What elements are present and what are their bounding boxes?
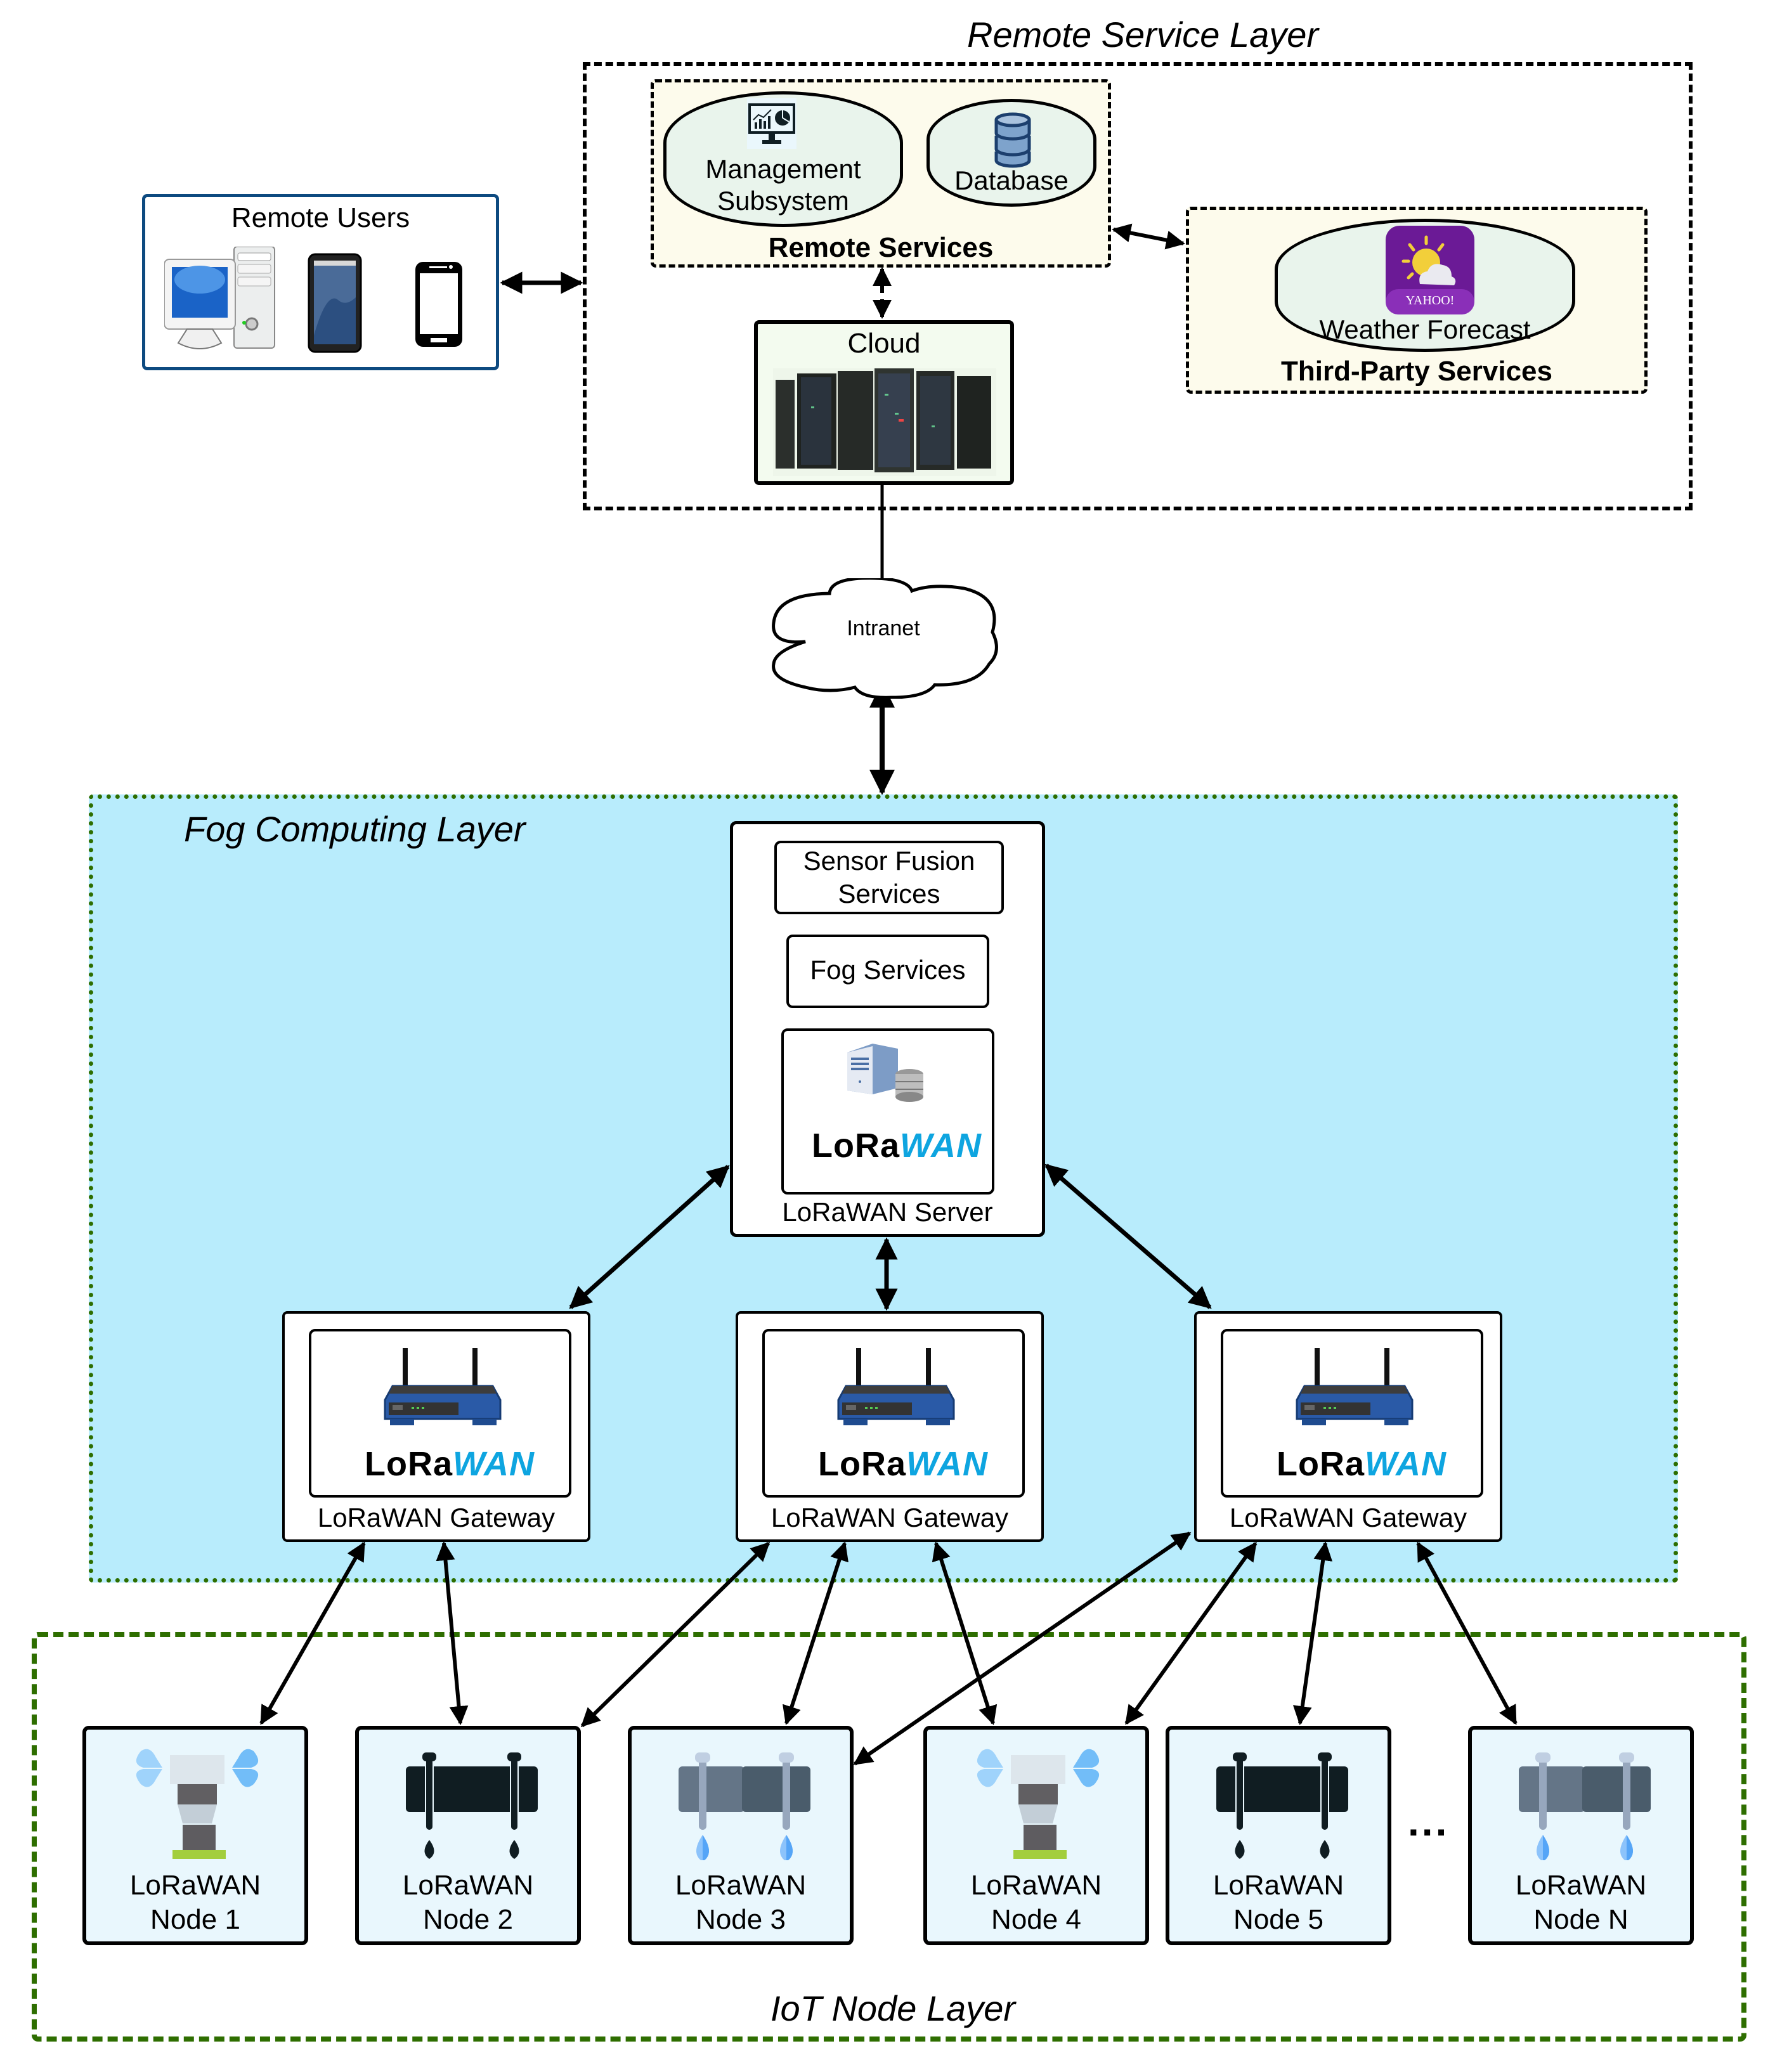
lorawan-logo-wan: WAN <box>1365 1445 1447 1483</box>
link-remote-services-third-party <box>1112 223 1185 250</box>
yahoo-weather-icon: YAHOO! <box>1386 226 1474 314</box>
lorawan-node-4[interactable]: LoRaWAN Node 4 <box>923 1726 1149 1945</box>
remote-service-layer-title: Remote Service Layer <box>967 15 1319 55</box>
lorawan-node-1[interactable]: LoRaWAN Node 1 <box>82 1726 308 1945</box>
lorawan-node-3[interactable]: LoRaWAN Node 3 <box>628 1726 854 1945</box>
gateway-label: LoRaWAN Gateway <box>317 1503 556 1532</box>
more-nodes-ellipsis: ... <box>1408 1799 1450 1844</box>
node-line2: Node 4 <box>991 1904 1081 1935</box>
link-server-gateway-3 <box>1044 1163 1212 1309</box>
sensor-fusion-line1: Sensor Fusion <box>803 846 975 876</box>
link-gw3-nodeN <box>1416 1541 1518 1725</box>
lorawan-logo-wan: WAN <box>900 1127 982 1165</box>
fog-services-label: Fog Services <box>810 955 966 985</box>
lorawan-logo-wan: WAN <box>453 1445 535 1483</box>
lorawan-server-box[interactable]: Sensor Fusion Services Fog Services LoRa <box>730 821 1045 1237</box>
drip-pipe-color-icon <box>679 1752 810 1860</box>
architecture-diagram: Remote Service Layer Fog Computing Layer… <box>0 0 1775 2072</box>
smartphone-icon <box>415 262 462 347</box>
dashboard-monitor-icon <box>747 98 796 149</box>
third-party-services-group: YAHOO! Weather Forecast Third-Party Serv… <box>1186 207 1648 394</box>
remote-services-title: Remote Services <box>768 232 994 263</box>
sprinkler-icon <box>136 1749 259 1823</box>
lorawan-logo-lora: LoRa <box>365 1445 453 1483</box>
database-service[interactable]: Database <box>927 99 1096 207</box>
lorawan-node-2[interactable]: LoRaWAN Node 2 <box>355 1726 581 1945</box>
lorawan-node-n[interactable]: LoRaWAN Node N <box>1468 1726 1694 1945</box>
node-line2: Node N <box>1533 1904 1629 1935</box>
node-line1: LoRaWAN <box>970 1870 1102 1901</box>
database-label: Database <box>954 165 1069 195</box>
link-gw3-node5 <box>1292 1541 1333 1725</box>
link-gw1-node2 <box>436 1541 469 1725</box>
link-gw2-node3 <box>783 1541 848 1725</box>
link-gw1-node1 <box>259 1541 366 1725</box>
lorawan-gateway-1[interactable]: LoRaWAN LoRaWAN Gateway <box>282 1311 590 1542</box>
server-database-icon <box>847 1044 923 1102</box>
node-line2: Node 3 <box>696 1904 786 1935</box>
tablet-icon <box>308 253 362 353</box>
gateway-label: LoRaWAN Gateway <box>770 1503 1009 1532</box>
router-icon <box>384 1348 502 1425</box>
weather-forecast-service[interactable]: YAHOO! Weather Forecast <box>1275 219 1575 352</box>
drip-pipe-dark-icon <box>406 1752 538 1859</box>
gateway-label: LoRaWAN Gateway <box>1229 1503 1467 1532</box>
lorawan-logo-lora: LoRa <box>1277 1445 1365 1483</box>
lorawan-logo-wan: WAN <box>906 1445 988 1483</box>
gateway-inner: LoRaWAN <box>762 1329 1025 1498</box>
sprinkler-stem-icon <box>172 1825 226 1859</box>
intranet-label: Intranet <box>847 616 920 640</box>
lorawan-logo: LoRaWAN <box>812 1126 982 1165</box>
drip-pipe-color-icon <box>1519 1752 1651 1860</box>
node-line1: LoRaWAN <box>1515 1870 1647 1901</box>
link-gw3-node4 <box>1124 1541 1258 1725</box>
weather-forecast-label: Weather Forecast <box>1319 314 1531 344</box>
link-server-gateway-1 <box>569 1165 730 1309</box>
fog-computing-layer-title: Fog Computing Layer <box>184 809 526 849</box>
yahoo-logo-text: YAHOO! <box>1406 294 1455 308</box>
router-icon <box>837 1348 955 1425</box>
node-line1: LoRaWAN <box>675 1870 807 1901</box>
server-racks-icon <box>773 368 996 476</box>
cloud-title: Cloud <box>847 328 921 359</box>
database-icon <box>994 112 1031 168</box>
lorawan-logo-lora: LoRa <box>812 1127 900 1165</box>
iot-node-layer-title: IoT Node Layer <box>770 1988 1015 2028</box>
lorawan-server-label: LoRaWAN Server <box>782 1197 993 1227</box>
lorawan-server-inner: LoRaWAN <box>781 1028 994 1195</box>
management-line2: Subsystem <box>717 186 849 216</box>
cloud-box[interactable]: Cloud <box>754 320 1014 485</box>
management-line1: Management <box>705 154 861 184</box>
router-icon <box>1296 1348 1414 1425</box>
fog-services[interactable]: Fog Services <box>786 935 989 1008</box>
node-line2: Node 5 <box>1233 1904 1323 1935</box>
link-gw2-node2 <box>580 1541 770 1728</box>
desktop-computer-icon <box>164 247 275 349</box>
third-party-services-title: Third-Party Services <box>1281 356 1552 387</box>
remote-users-box[interactable]: Remote Users <box>142 194 499 370</box>
gateway-inner: LoRaWAN <box>309 1329 571 1498</box>
lorawan-logo: LoRaWAN <box>365 1444 535 1484</box>
remote-users-title: Remote Users <box>231 202 410 233</box>
sensor-fusion-services[interactable]: Sensor Fusion Services <box>774 841 1004 914</box>
drip-pipe-dark-icon <box>1216 1752 1348 1859</box>
node-line2: Node 2 <box>423 1904 513 1935</box>
lorawan-logo-lora: LoRa <box>818 1445 906 1483</box>
sprinkler-icon <box>977 1749 1100 1823</box>
node-line1: LoRaWAN <box>1213 1870 1344 1901</box>
remote-services-group: Management Subsystem Database Remote Ser… <box>651 79 1111 268</box>
lorawan-gateway-2[interactable]: LoRaWAN LoRaWAN Gateway <box>736 1311 1044 1542</box>
sensor-fusion-line2: Services <box>838 879 940 909</box>
lorawan-logo: LoRaWAN <box>1277 1444 1447 1484</box>
link-gw2-node4 <box>932 1541 998 1725</box>
management-subsystem[interactable]: Management Subsystem <box>663 91 903 227</box>
lorawan-gateway-3[interactable]: LoRaWAN LoRaWAN Gateway <box>1194 1311 1502 1542</box>
node-line2: Node 1 <box>150 1904 240 1935</box>
lorawan-logo: LoRaWAN <box>818 1444 988 1484</box>
node-line1: LoRaWAN <box>129 1870 261 1901</box>
lorawan-node-5[interactable]: LoRaWAN Node 5 <box>1166 1726 1391 1945</box>
gateway-inner: LoRaWAN <box>1221 1329 1483 1498</box>
sprinkler-stem-icon <box>1013 1825 1067 1859</box>
node-line1: LoRaWAN <box>402 1870 534 1901</box>
